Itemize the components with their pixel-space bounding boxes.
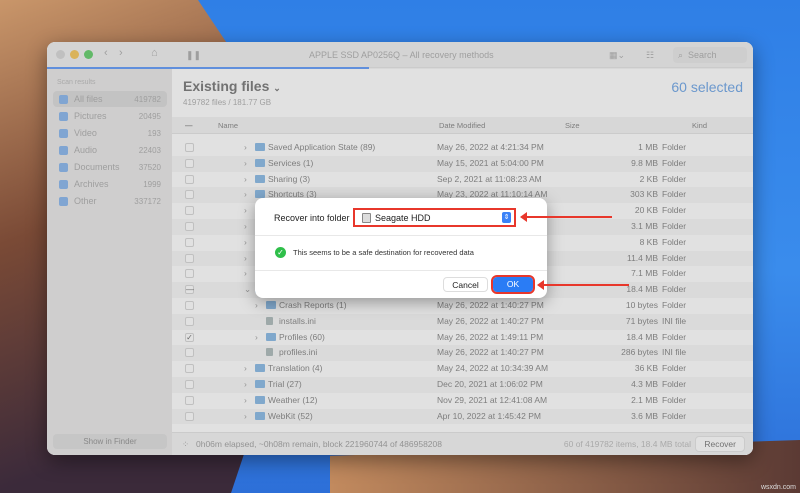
divider (255, 270, 547, 271)
divider (255, 235, 547, 236)
watermark: wsxdn.com (760, 484, 796, 491)
safe-destination-message: This seems to be a safe destination for … (293, 248, 474, 257)
drive-icon (362, 213, 371, 223)
recover-dialog: Recover into folder Seagate HDD ⇕ ✓ This… (255, 198, 547, 298)
destination-value: Seagate HDD (375, 213, 431, 223)
ok-button[interactable]: OK (491, 275, 535, 294)
annotation-arrow (520, 212, 612, 222)
cancel-button[interactable]: Cancel (443, 277, 488, 292)
recover-into-label: Recover into folder (274, 213, 350, 223)
destination-popup[interactable]: Seagate HDD ⇕ (353, 208, 516, 227)
stepper-icon: ⇕ (502, 212, 511, 223)
annotation-arrow (537, 280, 629, 290)
checkmark-icon: ✓ (275, 247, 286, 258)
